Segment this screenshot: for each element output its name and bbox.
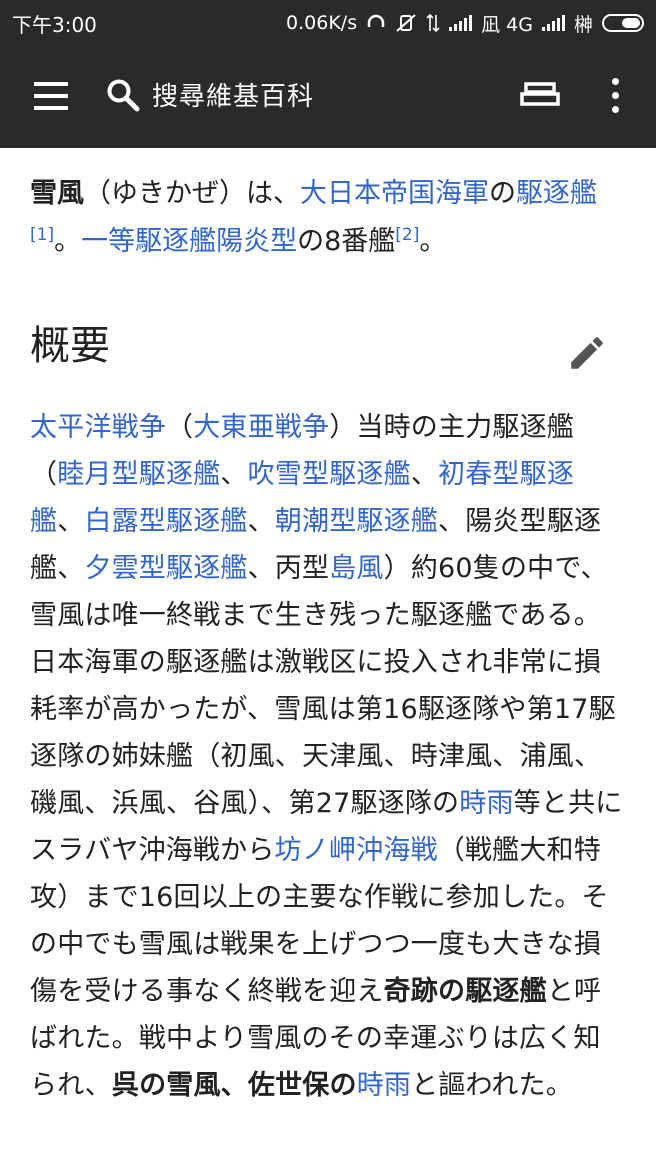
vibrate-off-icon [396,14,416,32]
intro-text: の8番艦 [297,226,396,257]
body-text: 、 [410,459,439,490]
signal-icon-2 [541,15,565,31]
data-arrows-icon [426,13,440,33]
ref-1[interactable]: [1] [30,225,54,245]
section-title: 概要 [30,323,110,369]
link-mutsuki-class[interactable]: 睦月型駆逐艦 [57,459,220,490]
intro-paragraph: 雪風（ゆきかぜ）は、大日本帝国海軍の駆逐艦[1]。一等駆逐艦陽炎型の8番艦[2]… [30,170,626,266]
article-subject: 雪風 [30,178,84,209]
body-text: 、 [220,459,248,490]
menu-icon[interactable] [34,82,68,110]
status-icons: 0.06K/s 凪 4G 榊 [286,10,644,37]
battery-icon [602,14,644,32]
signal-icon [449,15,473,31]
link-imperial-navy[interactable]: 大日本帝国海軍 [300,178,489,209]
headphones-icon [367,14,385,27]
more-options-icon[interactable] [606,76,626,116]
link-shigure[interactable]: 時雨 [459,788,513,819]
app-toolbar: 搜尋維基百科 [0,46,656,148]
ref-2[interactable]: [2] [395,225,419,245]
tabs-icon[interactable] [520,78,560,112]
overview-paragraph: 太平洋戦争（大東亜戦争）当時の主力駆逐艦（睦月型駆逐艦、吹雪型駆逐艦、初春型駆逐… [30,404,626,1109]
link-fubuki-class[interactable]: 吹雪型駆逐艦 [248,459,411,490]
body-text: 、丙型 [247,553,330,584]
link-shiratsuyu-class[interactable]: 白露型駆逐艦 [84,506,247,537]
intro-text: 。 [419,226,447,257]
bold-miracle-destroyer: 奇跡の駆逐艦 [383,976,547,1007]
intro-text: の [489,178,516,209]
section-header: 概要 [30,316,626,382]
status-bar: 下午3:00 0.06K/s 凪 4G 榊 [0,0,656,46]
search-input[interactable]: 搜尋維基百科 [152,76,314,113]
body-text: ）約60隻の中で、雪風は唯一終戦まで生き残った駆逐艦である。日本海軍の駆逐艦は激… [30,553,616,819]
link-kagero-class[interactable]: 一等駆逐艦陽炎型 [81,226,297,257]
body-text: 、 [247,506,275,537]
body-text: 、 [57,506,85,537]
link-shimakaze[interactable]: 島風 [329,553,383,584]
link-asashio-class[interactable]: 朝潮型駆逐艦 [275,506,438,537]
link-destroyer[interactable]: 駆逐艦 [516,178,597,209]
link-pacific-war[interactable]: 太平洋戦争 [30,412,166,443]
intro-text: 。 [54,226,82,257]
link-bonomisaki-battle[interactable]: 坊ノ岬沖海戦 [275,835,438,866]
link-shigure-2[interactable]: 時雨 [357,1070,411,1101]
body-text: （ [166,412,194,443]
network-speed: 0.06K/s [286,12,358,34]
status-time: 下午3:00 [12,12,97,37]
article-content: 雪風（ゆきかぜ）は、大日本帝国海軍の駆逐艦[1]。一等駆逐艦陽炎型の8番艦[2]… [30,148,626,1109]
carrier-label: 榊 [573,13,593,36]
edit-pencil-icon[interactable] [566,332,608,374]
body-text: と謳われた。 [411,1070,573,1101]
network-type: 凪 4G [481,13,533,36]
intro-text: （ゆきかぜ）は、 [84,178,300,209]
link-yugumo-class[interactable]: 夕雲型駆逐艦 [84,553,247,584]
search-icon[interactable] [106,78,140,112]
bold-kure-sasebo: 呉の雪風、佐世保の [111,1070,357,1101]
link-greater-east-asia-war[interactable]: 大東亜戦争 [193,412,329,443]
